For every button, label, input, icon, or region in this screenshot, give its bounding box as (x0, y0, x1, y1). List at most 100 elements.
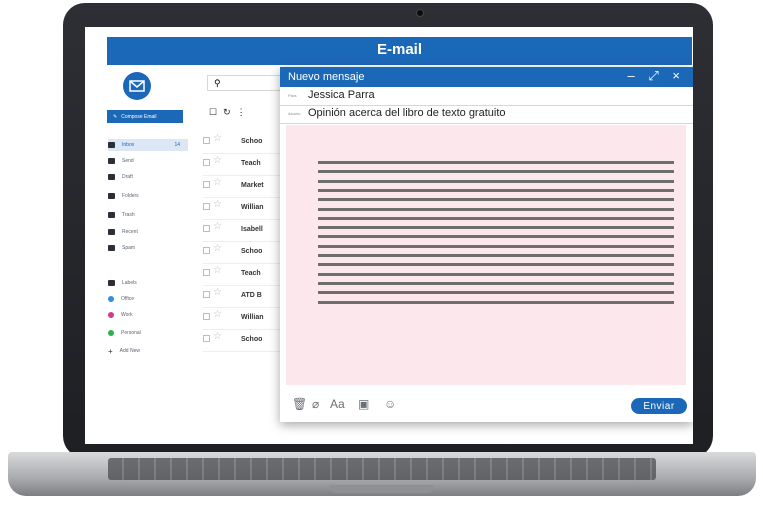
row-checkbox[interactable] (203, 159, 210, 166)
mail-sender: Willian (241, 204, 264, 211)
to-value[interactable]: Jessica Parra (308, 89, 375, 101)
search-input[interactable]: ⚲ (207, 75, 287, 91)
label-item-text: Office (121, 296, 134, 302)
star-icon[interactable]: ☆ (213, 155, 222, 166)
label-item-personal[interactable]: Personal (108, 327, 188, 339)
row-checkbox[interactable] (203, 225, 210, 232)
message-text-line (318, 272, 674, 276)
mail-logo-icon (123, 72, 151, 100)
subject-value[interactable]: Opinión acerca del libro de texto gratui… (308, 107, 506, 119)
message-body[interactable] (286, 125, 686, 385)
mail-sender: Schoo (241, 248, 263, 255)
star-icon[interactable]: ☆ (213, 133, 222, 144)
row-checkbox[interactable] (203, 137, 210, 144)
message-text-line (318, 263, 674, 267)
star-icon[interactable]: ☆ (213, 287, 222, 298)
to-field[interactable]: Para Jessica Parra (280, 87, 693, 106)
trash-icon (108, 212, 115, 218)
send-icon (108, 158, 115, 164)
star-icon[interactable]: ☆ (213, 199, 222, 210)
row-checkbox[interactable] (203, 181, 210, 188)
row-checkbox[interactable] (203, 203, 210, 210)
mail-sender: Schoo (241, 138, 263, 145)
message-text-line (318, 188, 674, 192)
add-new-label-button[interactable]: + Add New (108, 345, 188, 357)
window-controls[interactable]: – ⤢ × (628, 68, 685, 84)
work-dot-icon (108, 312, 114, 318)
office-dot-icon (108, 296, 114, 302)
star-icon[interactable]: ☆ (213, 265, 222, 276)
refresh-icon[interactable]: ↻ (223, 107, 231, 118)
sidebar-item-trash[interactable]: Trash (108, 209, 188, 221)
labels-heading-text: Labels (122, 280, 137, 286)
row-checkbox[interactable] (203, 313, 210, 320)
label-tag-icon (108, 280, 115, 286)
mail-sender: Market (241, 182, 264, 189)
draft-icon (108, 174, 115, 180)
mail-sender: Isabell (241, 226, 263, 233)
mail-sender: Teach (241, 270, 261, 277)
message-text-line (318, 244, 674, 248)
sidebar-item-spam[interactable]: Spam (108, 242, 188, 254)
mail-sender: Teach (241, 160, 261, 167)
sidebar-item-send[interactable]: Send (108, 155, 188, 167)
mail-sender: Willian (241, 314, 264, 321)
sidebar-item-folders[interactable]: Folders (108, 190, 188, 202)
message-text-line (318, 207, 674, 211)
laptop-notch (330, 485, 434, 493)
row-checkbox[interactable] (203, 291, 210, 298)
add-new-label-text: Add New (119, 348, 140, 354)
message-text-line (318, 179, 674, 183)
compose-email-button[interactable]: ✎ Compose Email (107, 110, 183, 123)
laptop-screen: E-mail ✎ Compose Email Inbox 14 Send Dra… (85, 27, 693, 444)
folder-icon (108, 193, 115, 199)
label-item-work[interactable]: Work (108, 309, 188, 321)
inbox-count-badge: 14 (174, 142, 180, 148)
star-icon[interactable]: ☆ (213, 309, 222, 320)
to-label: Para (288, 93, 297, 98)
compose-email-label: Compose Email (121, 113, 157, 120)
sidebar-item-label: Trash (122, 212, 135, 218)
message-text-line (318, 291, 674, 295)
recent-icon (108, 229, 115, 235)
trash-icon[interactable]: 🗑 (292, 397, 307, 411)
star-icon[interactable]: ☆ (213, 177, 222, 188)
star-icon[interactable]: ☆ (213, 221, 222, 232)
font-format-icon[interactable]: Aa (330, 397, 345, 411)
mail-sender: Schoo (241, 336, 263, 343)
send-button[interactable]: Enviar (631, 398, 687, 414)
compose-header: Nuevo mensaje – ⤢ × (280, 67, 693, 87)
sidebar-item-label: Recent (122, 229, 138, 235)
message-text-line (318, 281, 674, 285)
sidebar-item-draft[interactable]: Draft (108, 171, 188, 183)
message-text-line (318, 300, 674, 304)
subject-field[interactable]: Asunto Opinión acerca del libro de texto… (280, 105, 693, 124)
label-item-office[interactable]: Office (108, 293, 188, 305)
image-icon[interactable]: ▣ (358, 397, 369, 411)
sidebar-item-recent[interactable]: Recent (108, 226, 188, 238)
personal-dot-icon (108, 330, 114, 336)
star-icon[interactable]: ☆ (213, 243, 222, 254)
row-checkbox[interactable] (203, 335, 210, 342)
message-text-line (318, 254, 674, 257)
row-checkbox[interactable] (203, 247, 210, 254)
select-all-checkbox[interactable]: ☐ (209, 107, 217, 118)
label-item-text: Personal (121, 330, 141, 336)
row-checkbox[interactable] (203, 269, 210, 276)
sidebar-item-label: Send (122, 158, 134, 164)
spam-icon (108, 245, 115, 251)
emoji-icon[interactable]: ☺ (384, 397, 396, 411)
pencil-icon: ✎ (113, 113, 118, 120)
more-options-icon[interactable]: ⋮ (237, 107, 246, 118)
laptop-keyboard (108, 458, 656, 480)
app-header: E-mail (107, 37, 692, 65)
app-title: E-mail (376, 41, 422, 58)
sidebar-item-label: Folders (122, 193, 139, 199)
attachment-icon[interactable]: ⌀ (312, 397, 319, 411)
message-text-line (318, 235, 674, 239)
star-icon[interactable]: ☆ (213, 331, 222, 342)
webcam (416, 9, 424, 17)
mail-toolbar: ☐ ↻ ⋮ (209, 107, 246, 118)
compose-title: Nuevo mensaje (288, 71, 365, 83)
sidebar-item-inbox[interactable]: Inbox 14 (108, 139, 188, 151)
